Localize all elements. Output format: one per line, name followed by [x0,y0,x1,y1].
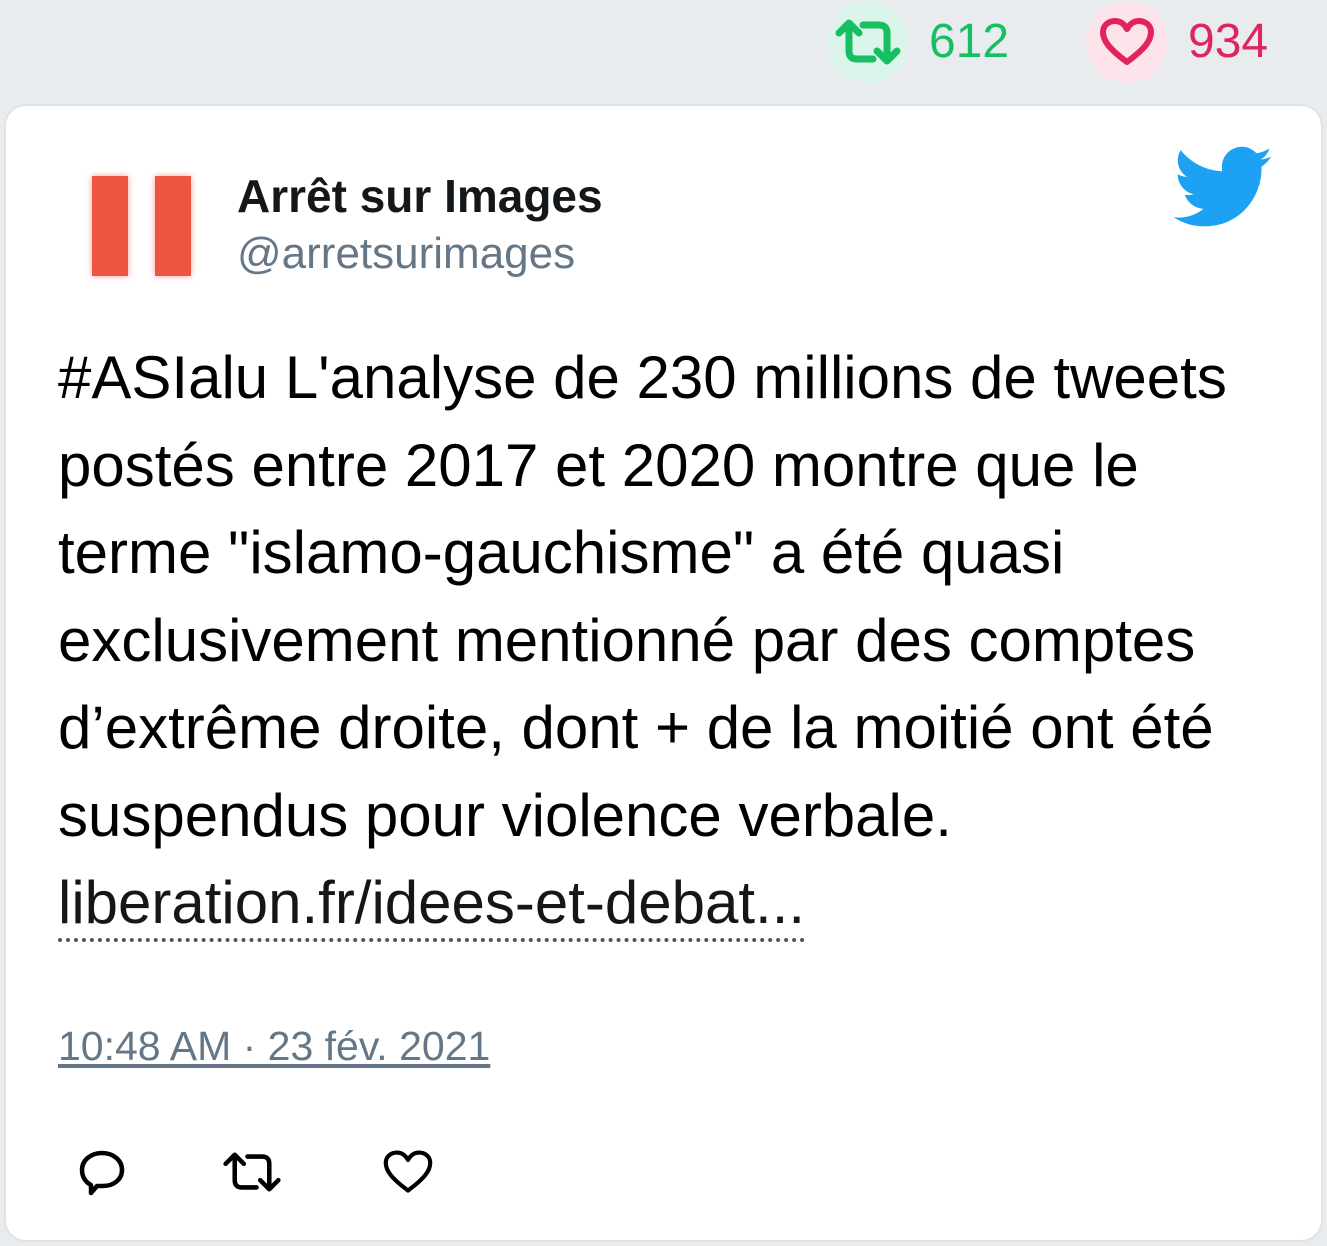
retweet-count: 612 [929,15,1010,68]
reply-icon [79,1150,125,1196]
reply-button[interactable] [72,1142,132,1202]
tweet-actions [6,1132,1321,1212]
tweet-timestamp[interactable]: 10:48 AM · 23 fév. 2021 [58,1018,490,1074]
like-stat-icon[interactable] [1086,1,1168,83]
author-name[interactable]: Arrêt sur Images [237,166,603,226]
like-button[interactable] [378,1142,438,1202]
tweet-text: #ASIalu L'analyse de 230 millions de twe… [58,344,1227,849]
retweet-stat[interactable]: 612 [827,0,1009,84]
like-stat[interactable]: 934 [1086,0,1268,84]
retweet-icon [223,1152,281,1192]
avatar[interactable] [84,168,200,284]
retweet-button[interactable] [222,1142,282,1202]
retweet-stat-icon[interactable] [827,1,909,83]
avatar-logo-bar-left [92,176,128,276]
tweet-link[interactable]: liberation.fr/idees-et-debat... [58,869,806,942]
like-icon [383,1150,433,1193]
tweet-body: #ASIalu L'analyse de 230 millions de twe… [58,334,1298,947]
like-count: 934 [1188,15,1269,68]
twitter-bird-icon[interactable] [1173,146,1274,230]
author-handle[interactable]: @arretsurimages [237,226,575,282]
avatar-logo-bar-right [155,176,191,276]
engagement-summary: 612 934 [0,0,1327,100]
tweet-card: Arrêt sur Images @arretsurimages #ASIalu… [4,104,1323,1242]
